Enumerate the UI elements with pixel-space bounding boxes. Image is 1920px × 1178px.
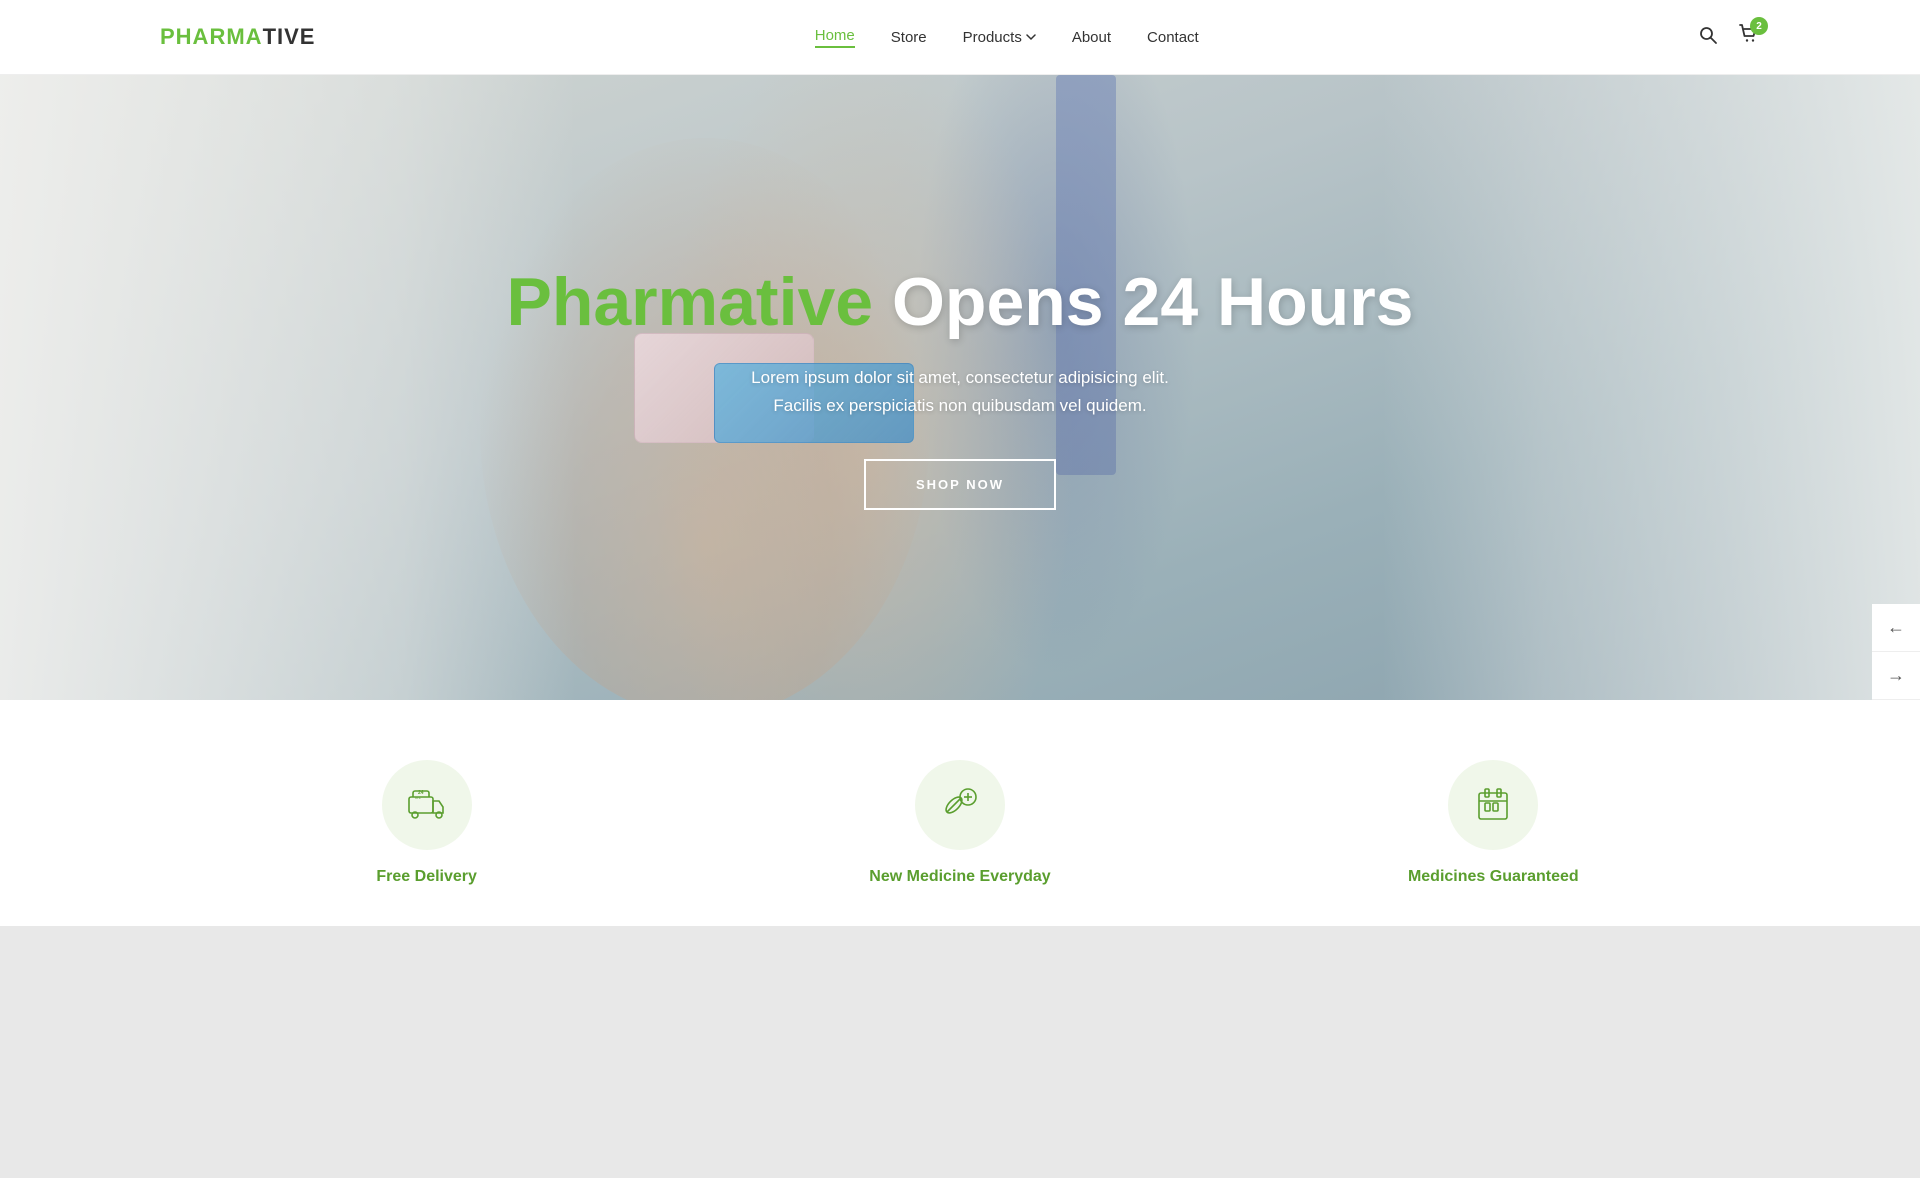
nav-store[interactable]: Store: [891, 29, 927, 46]
cart-badge: 2: [1750, 17, 1768, 35]
hero-title-white: Opens 24 Hours: [892, 264, 1414, 340]
feature-medicine-icon-wrap: [915, 760, 1005, 850]
guaranteed-icon: [1471, 783, 1515, 827]
chevron-down-icon: [1026, 32, 1036, 42]
delivery-icon: 24 hrs: [405, 783, 449, 827]
feature-guaranteed: Medicines Guaranteed: [1383, 760, 1603, 886]
feature-medicine: New Medicine Everyday: [850, 760, 1070, 886]
shop-now-button[interactable]: SHOP NOW: [864, 459, 1056, 510]
nav-contact[interactable]: Contact: [1147, 29, 1199, 46]
carousel-next-button[interactable]: →: [1872, 652, 1920, 700]
hero-section: Pharmative Opens 24 Hours Lorem ipsum do…: [0, 75, 1920, 700]
medicine-icon: [938, 783, 982, 827]
header: PHARMATIVE Home Store Products About Con…: [0, 0, 1920, 75]
nav-home[interactable]: Home: [815, 27, 855, 48]
main-nav: Home Store Products About Contact: [815, 27, 1199, 48]
carousel-prev-button[interactable]: ←: [1872, 604, 1920, 652]
features-section: 24 hrs Free Delivery New Medicine Everyd…: [0, 700, 1920, 926]
logo: PHARMATIVE: [160, 24, 315, 50]
feature-guaranteed-icon-wrap: [1448, 760, 1538, 850]
logo-part2: T: [263, 24, 277, 49]
feature-delivery-label: Free Delivery: [376, 868, 477, 886]
search-icon: [1698, 25, 1718, 45]
hero-content: Pharmative Opens 24 Hours Lorem ipsum do…: [0, 75, 1920, 700]
feature-delivery-icon-wrap: 24 hrs: [382, 760, 472, 850]
logo-part3: IVE: [277, 24, 315, 49]
feature-medicine-label: New Medicine Everyday: [869, 868, 1050, 886]
hero-title: Pharmative Opens 24 Hours: [506, 265, 1413, 340]
page-wrapper: PHARMATIVE Home Store Products About Con…: [0, 0, 1920, 926]
hero-subtitle: Lorem ipsum dolor sit amet, consectetur …: [751, 364, 1169, 422]
carousel-arrows: ← →: [1872, 604, 1920, 700]
feature-delivery: 24 hrs Free Delivery: [317, 760, 537, 886]
header-icons: 2: [1698, 23, 1760, 51]
cart-button[interactable]: 2: [1738, 23, 1760, 51]
feature-guaranteed-label: Medicines Guaranteed: [1408, 868, 1579, 886]
nav-products[interactable]: Products: [963, 29, 1036, 46]
logo-part1: PHARMA: [160, 24, 263, 49]
svg-text:hrs: hrs: [415, 795, 421, 800]
search-button[interactable]: [1698, 25, 1718, 50]
hero-title-green: Pharmative: [506, 264, 873, 340]
nav-about[interactable]: About: [1072, 29, 1111, 46]
